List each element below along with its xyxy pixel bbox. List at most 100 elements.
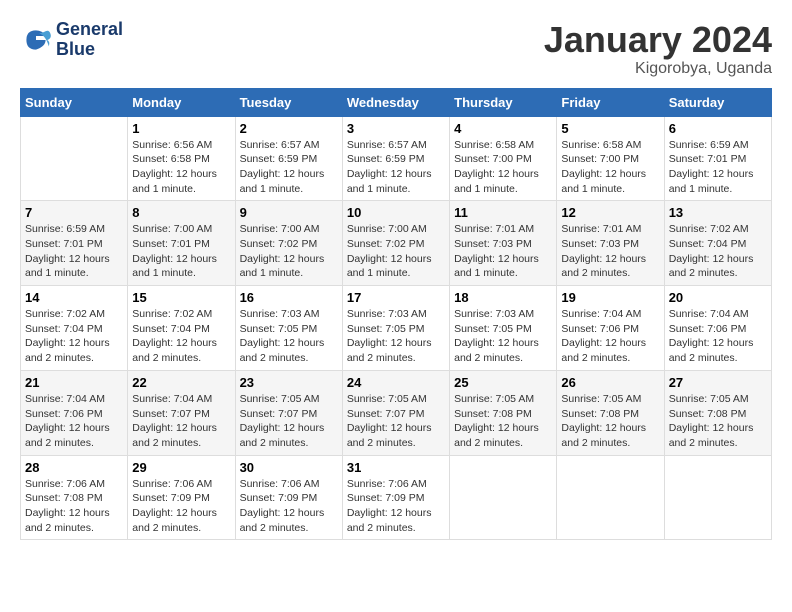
- day-info: Sunrise: 7:06 AMSunset: 7:09 PMDaylight:…: [240, 477, 338, 536]
- day-info: Sunrise: 7:00 AMSunset: 7:02 PMDaylight:…: [347, 222, 445, 281]
- day-number: 28: [25, 460, 123, 475]
- header-monday: Monday: [128, 88, 235, 116]
- calendar-cell: 25 Sunrise: 7:05 AMSunset: 7:08 PMDayligh…: [450, 370, 557, 455]
- day-number: 12: [561, 205, 659, 220]
- day-number: 24: [347, 375, 445, 390]
- calendar-cell: 10 Sunrise: 7:00 AMSunset: 7:02 PMDayligh…: [342, 201, 449, 286]
- calendar-cell: [557, 455, 664, 540]
- day-info: Sunrise: 7:05 AMSunset: 7:08 PMDaylight:…: [454, 392, 552, 451]
- day-number: 13: [669, 205, 767, 220]
- day-info: Sunrise: 7:02 AMSunset: 7:04 PMDaylight:…: [132, 307, 230, 366]
- calendar-cell: 26 Sunrise: 7:05 AMSunset: 7:08 PMDayligh…: [557, 370, 664, 455]
- calendar-cell: 27 Sunrise: 7:05 AMSunset: 7:08 PMDayligh…: [664, 370, 771, 455]
- day-info: Sunrise: 7:04 AMSunset: 7:06 PMDaylight:…: [669, 307, 767, 366]
- day-number: 27: [669, 375, 767, 390]
- calendar-cell: 24Sunrise: 7:05 AMSunset: 7:07 PMDayligh…: [342, 370, 449, 455]
- day-number: 4: [454, 121, 552, 136]
- logo: General Blue: [20, 20, 123, 60]
- day-info: Sunrise: 7:04 AMSunset: 7:06 PMDaylight:…: [25, 392, 123, 451]
- day-info: Sunrise: 7:03 AMSunset: 7:05 PMDaylight:…: [240, 307, 338, 366]
- day-number: 17: [347, 290, 445, 305]
- day-number: 5: [561, 121, 659, 136]
- calendar-cell: 14 Sunrise: 7:02 AMSunset: 7:04 PMDayligh…: [21, 286, 128, 371]
- title-section: January 2024 Kigorobya, Uganda: [544, 20, 772, 78]
- day-info: Sunrise: 7:06 AMSunset: 7:09 PMDaylight:…: [132, 477, 230, 536]
- calendar-cell: 17 Sunrise: 7:03 AMSunset: 7:05 PMDayligh…: [342, 286, 449, 371]
- calendar-cell: 21 Sunrise: 7:04 AMSunset: 7:06 PMDayligh…: [21, 370, 128, 455]
- day-info: Sunrise: 6:58 AMSunset: 7:00 PMDaylight:…: [561, 138, 659, 197]
- day-number: 10: [347, 205, 445, 220]
- header-wednesday: Wednesday: [342, 88, 449, 116]
- day-info: Sunrise: 7:02 AMSunset: 7:04 PMDaylight:…: [25, 307, 123, 366]
- day-number: 15: [132, 290, 230, 305]
- day-info: Sunrise: 6:59 AMSunset: 7:01 PMDaylight:…: [669, 138, 767, 197]
- header-friday: Friday: [557, 88, 664, 116]
- week-row-3: 14 Sunrise: 7:02 AMSunset: 7:04 PMDayligh…: [21, 286, 772, 371]
- calendar-cell: 1Sunrise: 6:56 AMSunset: 6:58 PMDaylight…: [128, 116, 235, 201]
- week-row-1: 1Sunrise: 6:56 AMSunset: 6:58 PMDaylight…: [21, 116, 772, 201]
- logo-text: General Blue: [56, 20, 123, 60]
- day-number: 16: [240, 290, 338, 305]
- day-number: 25: [454, 375, 552, 390]
- days-header-row: SundayMondayTuesdayWednesdayThursdayFrid…: [21, 88, 772, 116]
- calendar-cell: 8 Sunrise: 7:00 AMSunset: 7:01 PMDaylight…: [128, 201, 235, 286]
- day-info: Sunrise: 7:01 AMSunset: 7:03 PMDaylight:…: [561, 222, 659, 281]
- week-row-2: 7Sunrise: 6:59 AMSunset: 7:01 PMDaylight…: [21, 201, 772, 286]
- calendar-cell: 23 Sunrise: 7:05 AMSunset: 7:07 PMDayligh…: [235, 370, 342, 455]
- calendar-cell: [450, 455, 557, 540]
- header-saturday: Saturday: [664, 88, 771, 116]
- day-number: 31: [347, 460, 445, 475]
- calendar-cell: 22 Sunrise: 7:04 AMSunset: 7:07 PMDayligh…: [128, 370, 235, 455]
- day-info: Sunrise: 6:57 AMSunset: 6:59 PMDaylight:…: [347, 138, 445, 197]
- day-number: 9: [240, 205, 338, 220]
- day-number: 2: [240, 121, 338, 136]
- day-info: Sunrise: 7:03 AMSunset: 7:05 PMDaylight:…: [454, 307, 552, 366]
- day-number: 19: [561, 290, 659, 305]
- calendar-cell: 7Sunrise: 6:59 AMSunset: 7:01 PMDaylight…: [21, 201, 128, 286]
- day-info: Sunrise: 7:05 AMSunset: 7:08 PMDaylight:…: [669, 392, 767, 451]
- day-number: 6: [669, 121, 767, 136]
- day-info: Sunrise: 7:05 AMSunset: 7:07 PMDaylight:…: [240, 392, 338, 451]
- day-info: Sunrise: 6:58 AMSunset: 7:00 PMDaylight:…: [454, 138, 552, 197]
- day-info: Sunrise: 7:03 AMSunset: 7:05 PMDaylight:…: [347, 307, 445, 366]
- calendar-cell: [21, 116, 128, 201]
- day-info: Sunrise: 7:06 AMSunset: 7:09 PMDaylight:…: [347, 477, 445, 536]
- day-number: 7: [25, 205, 123, 220]
- day-info: Sunrise: 7:05 AMSunset: 7:08 PMDaylight:…: [561, 392, 659, 451]
- day-number: 18: [454, 290, 552, 305]
- day-number: 23: [240, 375, 338, 390]
- calendar-cell: 12 Sunrise: 7:01 AMSunset: 7:03 PMDayligh…: [557, 201, 664, 286]
- header-sunday: Sunday: [21, 88, 128, 116]
- calendar-cell: 19 Sunrise: 7:04 AMSunset: 7:06 PMDayligh…: [557, 286, 664, 371]
- week-row-4: 21 Sunrise: 7:04 AMSunset: 7:06 PMDayligh…: [21, 370, 772, 455]
- location: Kigorobya, Uganda: [544, 60, 772, 78]
- calendar-cell: 31 Sunrise: 7:06 AMSunset: 7:09 PMDayligh…: [342, 455, 449, 540]
- calendar-cell: [664, 455, 771, 540]
- calendar-cell: 2Sunrise: 6:57 AMSunset: 6:59 PMDaylight…: [235, 116, 342, 201]
- calendar-cell: 4 Sunrise: 6:58 AMSunset: 7:00 PMDaylight…: [450, 116, 557, 201]
- calendar-cell: 9Sunrise: 7:00 AMSunset: 7:02 PMDaylight…: [235, 201, 342, 286]
- day-info: Sunrise: 7:00 AMSunset: 7:01 PMDaylight:…: [132, 222, 230, 281]
- day-number: 8: [132, 205, 230, 220]
- week-row-5: 28 Sunrise: 7:06 AMSunset: 7:08 PMDayligh…: [21, 455, 772, 540]
- calendar-cell: 5 Sunrise: 6:58 AMSunset: 7:00 PMDaylight…: [557, 116, 664, 201]
- calendar-cell: 15 Sunrise: 7:02 AMSunset: 7:04 PMDayligh…: [128, 286, 235, 371]
- calendar-table: SundayMondayTuesdayWednesdayThursdayFrid…: [20, 88, 772, 541]
- day-info: Sunrise: 7:04 AMSunset: 7:07 PMDaylight:…: [132, 392, 230, 451]
- day-info: Sunrise: 7:01 AMSunset: 7:03 PMDaylight:…: [454, 222, 552, 281]
- calendar-cell: 28 Sunrise: 7:06 AMSunset: 7:08 PMDayligh…: [21, 455, 128, 540]
- day-number: 29: [132, 460, 230, 475]
- day-number: 30: [240, 460, 338, 475]
- day-number: 1: [132, 121, 230, 136]
- day-number: 14: [25, 290, 123, 305]
- calendar-cell: 20Sunrise: 7:04 AMSunset: 7:06 PMDayligh…: [664, 286, 771, 371]
- day-number: 11: [454, 205, 552, 220]
- header-thursday: Thursday: [450, 88, 557, 116]
- day-number: 22: [132, 375, 230, 390]
- day-number: 21: [25, 375, 123, 390]
- calendar-cell: 13Sunrise: 7:02 AMSunset: 7:04 PMDayligh…: [664, 201, 771, 286]
- day-info: Sunrise: 7:06 AMSunset: 7:08 PMDaylight:…: [25, 477, 123, 536]
- day-info: Sunrise: 7:04 AMSunset: 7:06 PMDaylight:…: [561, 307, 659, 366]
- day-number: 26: [561, 375, 659, 390]
- calendar-cell: 6 Sunrise: 6:59 AMSunset: 7:01 PMDaylight…: [664, 116, 771, 201]
